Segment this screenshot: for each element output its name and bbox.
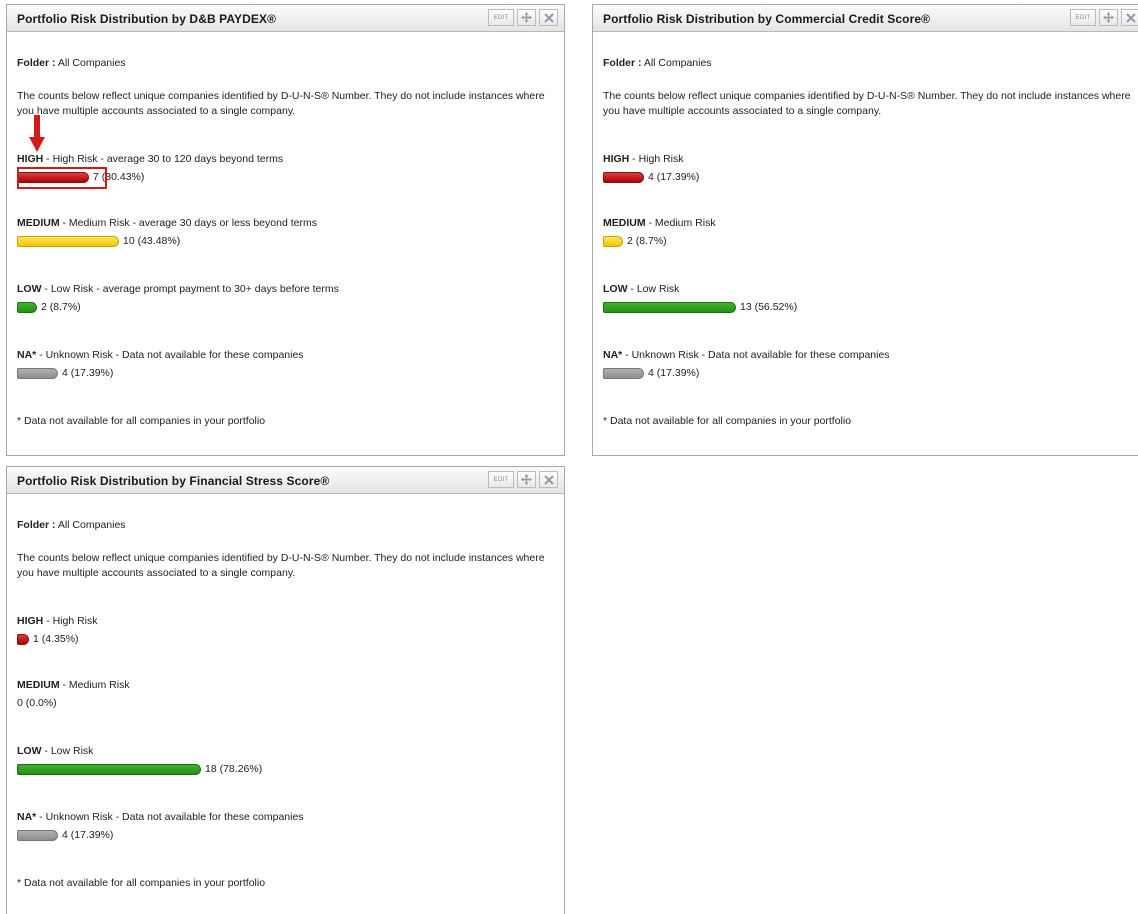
risk-bar-na[interactable]: [17, 367, 58, 379]
footnote: * Data not available for all companies i…: [603, 415, 852, 427]
description: The counts below reflect unique companie…: [17, 552, 545, 579]
folder-value: All Companies: [57, 519, 126, 531]
risk-desc: - Unknown Risk - Data not available for …: [622, 349, 890, 361]
folder-label: Folder :: [17, 57, 56, 69]
risk-desc: - High Risk: [629, 153, 684, 165]
footnote: * Data not available for all companies i…: [17, 415, 266, 427]
risk-bar-high[interactable]: [603, 171, 644, 183]
risk-label: HIGH: [17, 615, 44, 627]
risk-bar-medium[interactable]: [603, 235, 623, 247]
move-icon[interactable]: [517, 471, 536, 488]
risk-bar-na[interactable]: [17, 829, 58, 841]
risk-count: 13 (56.52%): [740, 301, 798, 313]
close-icon[interactable]: [1121, 9, 1138, 26]
risk-bar-medium[interactable]: [17, 235, 119, 247]
panel-tools: EDIT: [1070, 9, 1138, 26]
risk-medium: MEDIUM - Medium Risk 0 (0.0%): [17, 679, 130, 709]
risk-count: 4 (17.39%): [648, 367, 700, 379]
close-icon[interactable]: [539, 9, 558, 26]
risk-label: MEDIUM: [603, 217, 646, 229]
move-icon[interactable]: [517, 9, 536, 26]
risk-label: HIGH: [17, 153, 44, 165]
risk-desc: - Unknown Risk - Data not available for …: [36, 349, 304, 361]
close-icon[interactable]: [539, 471, 558, 488]
risk-label: LOW: [603, 283, 628, 295]
paydex-panel: Portfolio Risk Distribution by D&B PAYDE…: [6, 4, 565, 456]
panel-title: Portfolio Risk Distribution by D&B PAYDE…: [17, 12, 277, 26]
edit-button[interactable]: EDIT: [488, 9, 514, 26]
edit-button[interactable]: EDIT: [1070, 9, 1096, 26]
folder-label: Folder :: [17, 519, 56, 531]
risk-desc: - Low Risk - average prompt payment to 3…: [41, 283, 339, 295]
risk-na: NA* - Unknown Risk - Data not available …: [17, 349, 304, 379]
risk-count: 0 (0.0%): [17, 697, 57, 709]
risk-low: LOW - Low Risk 18 (78.26%): [17, 745, 262, 775]
red-arrow-icon: [29, 115, 45, 152]
panel-titlebar: Portfolio Risk Distribution by Financial…: [7, 467, 564, 494]
risk-bar-low[interactable]: [17, 301, 37, 313]
risk-desc: - Medium Risk: [59, 679, 130, 691]
risk-label: NA*: [603, 349, 623, 361]
risk-count: 2 (8.7%): [41, 301, 81, 313]
risk-count: 4 (17.39%): [62, 367, 114, 379]
risk-bar-high[interactable]: [17, 633, 29, 645]
risk-desc: - Low Risk: [41, 745, 94, 757]
folder-info: Folder : All Companies: [17, 519, 126, 531]
risk-label: NA*: [17, 349, 37, 361]
risk-desc: - Medium Risk - average 30 days or less …: [59, 217, 317, 229]
panel-tools: EDIT: [488, 9, 558, 26]
risk-count: 1 (4.35%): [33, 633, 79, 645]
panel-titlebar: Portfolio Risk Distribution by D&B PAYDE…: [7, 5, 564, 32]
footnote: * Data not available for all companies i…: [17, 877, 266, 889]
risk-count: 18 (78.26%): [205, 763, 263, 775]
folder-info: Folder : All Companies: [603, 57, 712, 69]
risk-desc: - Unknown Risk - Data not available for …: [36, 811, 304, 823]
risk-count: 4 (17.39%): [648, 171, 700, 183]
risk-high: HIGH - High Risk 1 (4.35%): [17, 615, 98, 645]
folder-info: Folder : All Companies: [17, 57, 126, 69]
risk-high: HIGH - High Risk - average 30 to 120 day…: [17, 153, 284, 183]
description: The counts below reflect unique companie…: [603, 90, 1131, 117]
panel-titlebar: Portfolio Risk Distribution by Commercia…: [593, 5, 1138, 32]
risk-desc: - Medium Risk: [645, 217, 716, 229]
risk-bar-low[interactable]: [17, 763, 201, 775]
panel-title: Portfolio Risk Distribution by Financial…: [17, 474, 330, 488]
risk-count: 10 (43.48%): [123, 235, 181, 247]
risk-bar-low[interactable]: [603, 301, 736, 313]
panel-tools: EDIT: [488, 471, 558, 488]
risk-label: MEDIUM: [17, 217, 60, 229]
risk-label: NA*: [17, 811, 37, 823]
risk-label: LOW: [17, 283, 42, 295]
folder-label: Folder :: [603, 57, 642, 69]
risk-low: LOW - Low Risk - average prompt payment …: [17, 283, 339, 313]
folder-value: All Companies: [57, 57, 126, 69]
risk-desc: - Low Risk: [627, 283, 680, 295]
financial-stress-panel: Portfolio Risk Distribution by Financial…: [6, 466, 565, 914]
risk-count: 2 (8.7%): [627, 235, 667, 247]
risk-label: MEDIUM: [17, 679, 60, 691]
risk-medium: MEDIUM - Medium Risk - average 30 days o…: [17, 217, 317, 247]
risk-count: 4 (17.39%): [62, 829, 114, 841]
risk-high: HIGH - High Risk 4 (17.39%): [603, 153, 699, 183]
risk-label: HIGH: [603, 153, 630, 165]
risk-low: LOW - Low Risk 13 (56.52%): [603, 283, 797, 313]
commercial-credit-panel: Portfolio Risk Distribution by Commercia…: [592, 4, 1138, 456]
risk-na: NA* - Unknown Risk - Data not available …: [603, 349, 890, 379]
folder-value: All Companies: [643, 57, 712, 69]
panel-title: Portfolio Risk Distribution by Commercia…: [603, 12, 931, 26]
risk-na: NA* - Unknown Risk - Data not available …: [17, 811, 304, 841]
move-icon[interactable]: [1099, 9, 1118, 26]
risk-medium: MEDIUM - Medium Risk 2 (8.7%): [603, 217, 716, 247]
description: The counts below reflect unique companie…: [17, 90, 545, 117]
risk-desc: - High Risk: [43, 615, 98, 627]
edit-button[interactable]: EDIT: [488, 471, 514, 488]
highlight-box: [17, 167, 107, 189]
risk-desc: - High Risk - average 30 to 120 days bey…: [43, 153, 284, 165]
risk-bar-na[interactable]: [603, 367, 644, 379]
risk-label: LOW: [17, 745, 42, 757]
